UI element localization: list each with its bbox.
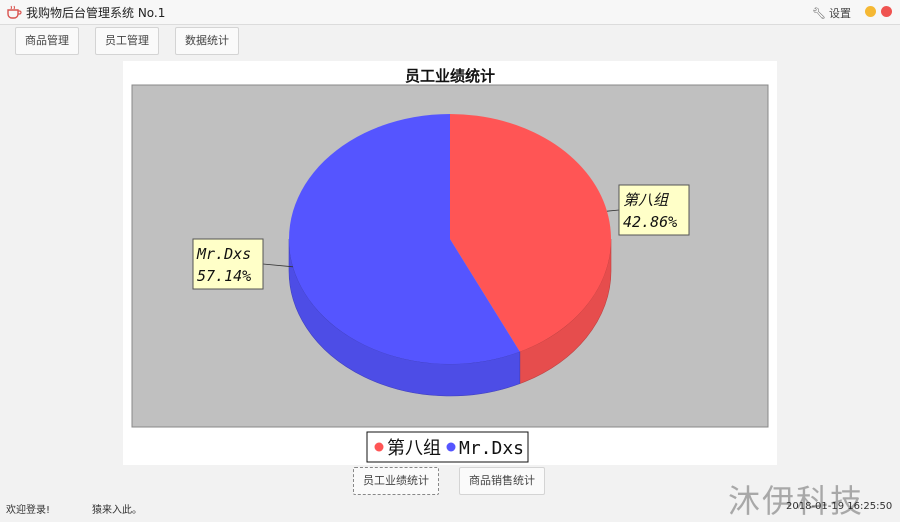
coffee-cup-icon xyxy=(7,5,22,19)
pie-chart: 员工业绩统计第八组 42.86% Mr.Dxs 57.14% 第八组 Mr.Dxs xyxy=(131,67,769,463)
callout-name-0: 第八组 xyxy=(623,191,670,209)
nav-employees-button[interactable]: 员工管理 xyxy=(95,27,159,55)
legend-swatch-1 xyxy=(446,442,456,452)
callout-percent-1: 57.14% xyxy=(197,267,251,285)
status-message: 猿来入此。 xyxy=(92,505,142,516)
legend-swatch-0 xyxy=(374,442,384,452)
legend-label-1: Mr.Dxs xyxy=(459,438,524,459)
minimize-button[interactable] xyxy=(865,6,876,17)
callout-percent-0: 42.86% xyxy=(623,213,677,231)
nav-products-button[interactable]: 商品管理 xyxy=(15,27,79,55)
wrench-icon: 🔧︎ xyxy=(812,7,826,20)
watermark: 沐伊科技 xyxy=(728,482,865,520)
legend-label-0: 第八组 xyxy=(387,438,441,459)
tab-employee-stats[interactable]: 员工业绩统计 xyxy=(353,467,439,495)
chart-title: 员工业绩统计 xyxy=(405,67,495,85)
close-button[interactable] xyxy=(881,6,892,17)
window-title: 我购物后台管理系统 No.1 xyxy=(26,6,166,20)
title-bar: 我购物后台管理系统 No.1 🔧︎ 设置 xyxy=(0,0,900,25)
nav-stats-button[interactable]: 数据统计 xyxy=(175,27,239,55)
callout-name-1: Mr.Dxs xyxy=(196,245,251,263)
tab-product-stats[interactable]: 商品销售统计 xyxy=(459,467,545,495)
settings-button[interactable]: 🔧︎ 设置 xyxy=(812,5,851,21)
status-welcome: 欢迎登录! xyxy=(6,505,51,516)
chart-panel: 员工业绩统计第八组 42.86% Mr.Dxs 57.14% 第八组 Mr.Dxs xyxy=(123,61,777,465)
settings-label: 设置 xyxy=(828,7,851,20)
